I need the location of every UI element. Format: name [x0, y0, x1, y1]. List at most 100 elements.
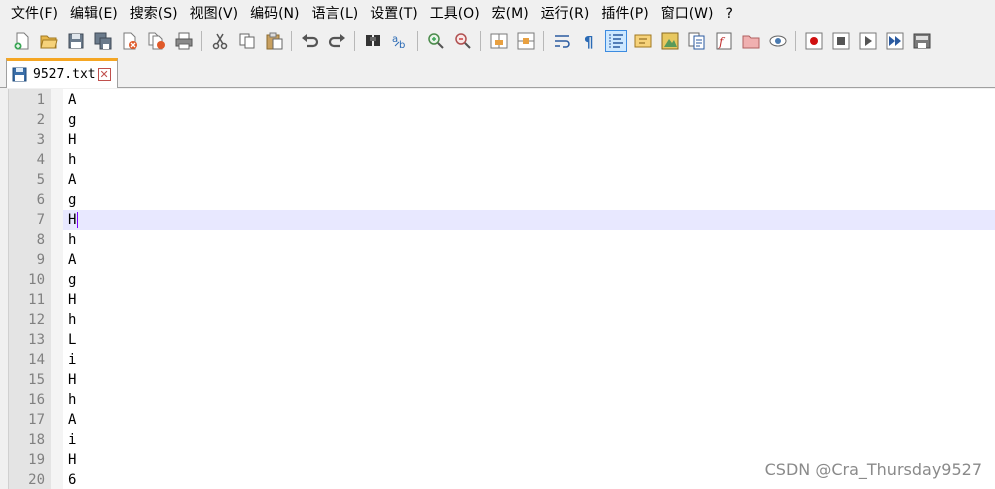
save-all-icon[interactable] [92, 30, 114, 52]
redo-icon[interactable] [326, 30, 348, 52]
tab-9527-txt[interactable]: 9527.txt ✕ [6, 58, 118, 88]
menu-settings[interactable]: 设置(T) [364, 0, 423, 28]
replace-icon[interactable]: ab [389, 30, 411, 52]
line-text-area[interactable]: H [63, 210, 995, 230]
menu-search[interactable]: 搜索(S) [124, 0, 184, 28]
svg-text:b: b [399, 40, 405, 50]
menu-plugins[interactable]: 插件(P) [595, 0, 654, 28]
find-icon[interactable] [362, 30, 384, 52]
menu-run[interactable]: 运行(R) [535, 0, 596, 28]
print-icon[interactable] [173, 30, 195, 52]
line-number: 20 [28, 472, 45, 488]
sync-vertical-icon[interactable] [488, 30, 510, 52]
undo-icon[interactable] [299, 30, 321, 52]
svg-text:¶: ¶ [584, 33, 594, 50]
line-content: h [68, 152, 77, 168]
close-all-icon[interactable] [146, 30, 168, 52]
menu-language[interactable]: 语言(L) [306, 0, 365, 28]
macro-save-icon[interactable] [911, 30, 933, 52]
line-text-area[interactable]: h [63, 230, 995, 250]
macro-play-icon[interactable] [857, 30, 879, 52]
line-number: 17 [28, 412, 45, 428]
menu-window[interactable]: 窗口(W) [655, 0, 720, 28]
zoom-in-icon[interactable] [425, 30, 447, 52]
word-wrap-icon[interactable] [551, 30, 573, 52]
editor-line[interactable]: 3H [9, 130, 995, 150]
line-text-area[interactable]: H [63, 130, 995, 150]
editor-line[interactable]: 18 i [9, 430, 995, 450]
line-text-area[interactable]: H [63, 370, 995, 390]
show-all-chars-icon[interactable]: ¶ [578, 30, 600, 52]
line-text-area[interactable]: g [63, 270, 995, 290]
line-content: H [68, 132, 77, 148]
editor-line[interactable]: 12 h [9, 310, 995, 330]
line-text-area[interactable]: L [63, 330, 995, 350]
editor-line[interactable]: 8h [9, 230, 995, 250]
cut-icon[interactable] [209, 30, 231, 52]
menu-file[interactable]: 文件(F) [0, 0, 64, 28]
editor-line[interactable]: 6g [9, 190, 995, 210]
user-defined-lang-icon[interactable] [632, 30, 654, 52]
editor-line[interactable]: 4h [9, 150, 995, 170]
editor-line[interactable]: 10 g [9, 270, 995, 290]
editor-line[interactable]: 15 H [9, 370, 995, 390]
line-text-area[interactable]: g [63, 190, 995, 210]
line-number: 13 [28, 332, 45, 348]
line-text-area[interactable]: A [63, 250, 995, 270]
paste-icon[interactable] [263, 30, 285, 52]
editor-line[interactable]: 2g [9, 110, 995, 130]
menu-macro[interactable]: 宏(M) [486, 0, 535, 28]
editor-line[interactable]: 17 A [9, 410, 995, 430]
menu-encoding[interactable]: 编码(N) [244, 0, 305, 28]
line-text-area[interactable]: g [63, 110, 995, 130]
sync-horizontal-icon[interactable] [515, 30, 537, 52]
line-text-area[interactable]: A [63, 170, 995, 190]
doc-map-icon[interactable] [659, 30, 681, 52]
macro-record-icon[interactable] [803, 30, 825, 52]
line-content: A [68, 412, 77, 428]
zoom-out-icon[interactable] [452, 30, 474, 52]
editor[interactable]: 1 A 2 g 3 H 4 h 5 A 6 g 7 H 8 h 9 A 10 g 11 H 12 h 13 L 14 i 15 H 16 h 1… [8, 89, 995, 489]
line-text-area[interactable]: H [63, 290, 995, 310]
editor-line[interactable]: 9A [9, 250, 995, 270]
line-text-area[interactable]: A [63, 90, 995, 110]
editor-line[interactable]: 5A [9, 170, 995, 190]
save-icon[interactable] [65, 30, 87, 52]
menu-help[interactable]: ? [720, 0, 739, 28]
editor-line[interactable]: 7H [9, 210, 995, 230]
doc-list-icon[interactable] [686, 30, 708, 52]
line-text-area[interactable]: i [63, 430, 995, 450]
line-text-area[interactable]: i [63, 350, 995, 370]
open-file-icon[interactable] [38, 30, 60, 52]
copy-icon[interactable] [236, 30, 258, 52]
macro-run-multiple-icon[interactable] [884, 30, 906, 52]
line-text-area[interactable]: h [63, 310, 995, 330]
editor-line[interactable]: 13 L [9, 330, 995, 350]
menu-tools[interactable]: 工具(O) [424, 0, 486, 28]
toolbar-separator [543, 31, 544, 51]
toolbar-separator [354, 31, 355, 51]
close-file-icon[interactable] [119, 30, 141, 52]
monitoring-icon[interactable] [767, 30, 789, 52]
folder-workspace-icon[interactable] [740, 30, 762, 52]
editor-line[interactable]: 1A [9, 90, 995, 110]
toolbar: ab ¶ f [0, 28, 995, 54]
line-text-area[interactable]: h [63, 390, 995, 410]
menu-view[interactable]: 视图(V) [184, 0, 245, 28]
editor-line[interactable]: 16 h [9, 390, 995, 410]
tab-label: 9527.txt [33, 67, 96, 82]
menu-edit[interactable]: 编辑(E) [64, 0, 124, 28]
function-list-icon[interactable]: f [713, 30, 735, 52]
editor-line[interactable]: 11 H [9, 290, 995, 310]
line-text-area[interactable]: A [63, 410, 995, 430]
line-number: 8 [36, 232, 45, 248]
indent-guide-icon[interactable] [604, 30, 627, 52]
new-file-icon[interactable] [11, 30, 33, 52]
macro-stop-icon[interactable] [830, 30, 852, 52]
line-number: 12 [28, 312, 45, 328]
editor-line[interactable]: 14 i [9, 350, 995, 370]
line-number: 1 [36, 92, 45, 108]
line-number: 19 [28, 452, 45, 468]
tab-close-icon[interactable]: ✕ [97, 68, 111, 81]
line-text-area[interactable]: h [63, 150, 995, 170]
